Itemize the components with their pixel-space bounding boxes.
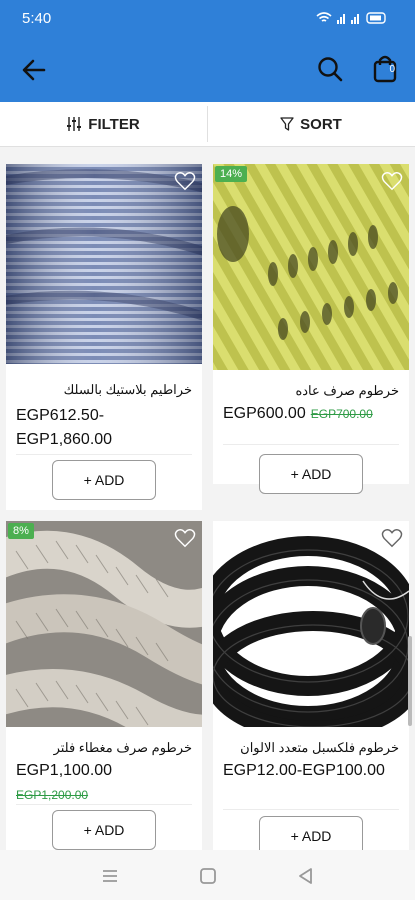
sort-label: SORT [300,115,342,133]
product-name[interactable]: خرطوم فلكسبل متعدد الالوان [240,740,399,756]
product-name[interactable]: خرطوم صرف مغطاء فلتر [54,740,192,756]
product-image-filter-hose[interactable] [6,521,202,727]
add-to-cart-button[interactable]: + ADD [259,816,363,850]
card-divider [223,444,399,445]
product-card[interactable]: خراطيم بلاستيك بالسلك EGP612.50-EGP1,860… [6,164,202,510]
price-original: EGP700.00 [310,407,373,421]
product-image-wire-hose[interactable] [6,164,202,364]
product-grid: خراطيم بلاستيك بالسلك EGP612.50-EGP1,860… [0,146,415,850]
recent-apps-icon[interactable] [100,866,120,886]
system-nav-bar [0,850,415,900]
product-image-flexible-hose[interactable] [213,521,409,727]
product-photo [6,521,202,727]
product-card[interactable]: خرطوم فلكسبل متعدد الالوان EGP12.00-EGP1… [213,521,409,850]
card-divider [16,804,192,805]
product-image-drain-hose[interactable] [213,164,409,370]
add-to-cart-button[interactable]: + ADD [52,810,156,850]
filter-sliders-icon [67,117,82,131]
heart-icon[interactable] [174,527,196,549]
card-divider [223,809,399,810]
back-triangle-icon[interactable] [296,866,316,886]
price-current: EGP1,100.00 [16,762,113,779]
heart-icon[interactable] [174,170,196,192]
product-photo [6,164,202,364]
product-price: EGP12.00-EGP100.00 [223,759,401,783]
cart-button[interactable]: 0 [370,52,402,86]
product-name[interactable]: خرطوم صرف عاده [295,383,399,399]
product-photo [213,164,409,370]
product-price: EGP1,100.00 EGP1,200.00 [16,759,192,807]
product-name[interactable]: خراطيم بلاستيك بالسلك [64,382,192,398]
status-icons [315,10,389,29]
card-divider [16,454,192,455]
home-icon[interactable] [198,866,218,886]
back-arrow-icon[interactable] [18,54,50,86]
filter-button[interactable]: FILTER [0,102,206,146]
price-current: EGP600.00 [223,405,306,422]
filter-label: FILTER [88,115,140,133]
product-card[interactable]: 14% خرطوم صرف عاده EGP600.00 EGP700.00 + … [213,164,409,494]
app-bar: 0 [0,38,415,102]
wifi-signal-battery-icon [316,12,386,24]
heart-icon[interactable] [381,527,403,549]
sort-button[interactable]: SORT [208,102,414,146]
add-to-cart-button[interactable]: + ADD [52,460,156,500]
scrollbar-thumb[interactable] [408,636,412,726]
add-to-cart-button[interactable]: + ADD [259,454,363,494]
product-price: EGP612.50-EGP1,860.00 [16,404,192,452]
product-card[interactable]: 8% خرطوم صرف مغطاء فلتر EGP1,100.00 EGP1… [6,521,202,850]
price-current: EGP12.00-EGP100.00 [223,762,385,779]
heart-icon[interactable] [381,170,403,192]
status-bar: 5:40 [0,0,415,38]
filter-sort-bar: FILTER SORT [0,102,415,147]
discount-badge: 14% [215,166,248,182]
product-photo [213,521,409,727]
price-current: EGP612.50-EGP1,860.00 [16,407,113,448]
status-time: 5:40 [22,10,52,27]
search-icon[interactable] [315,54,345,84]
shopping-bag-icon [373,55,397,83]
cart-count-badge: 0 [389,64,395,75]
funnel-icon [280,117,294,131]
discount-badge: 8% [8,523,34,539]
product-price: EGP600.00 EGP700.00 [223,402,409,426]
